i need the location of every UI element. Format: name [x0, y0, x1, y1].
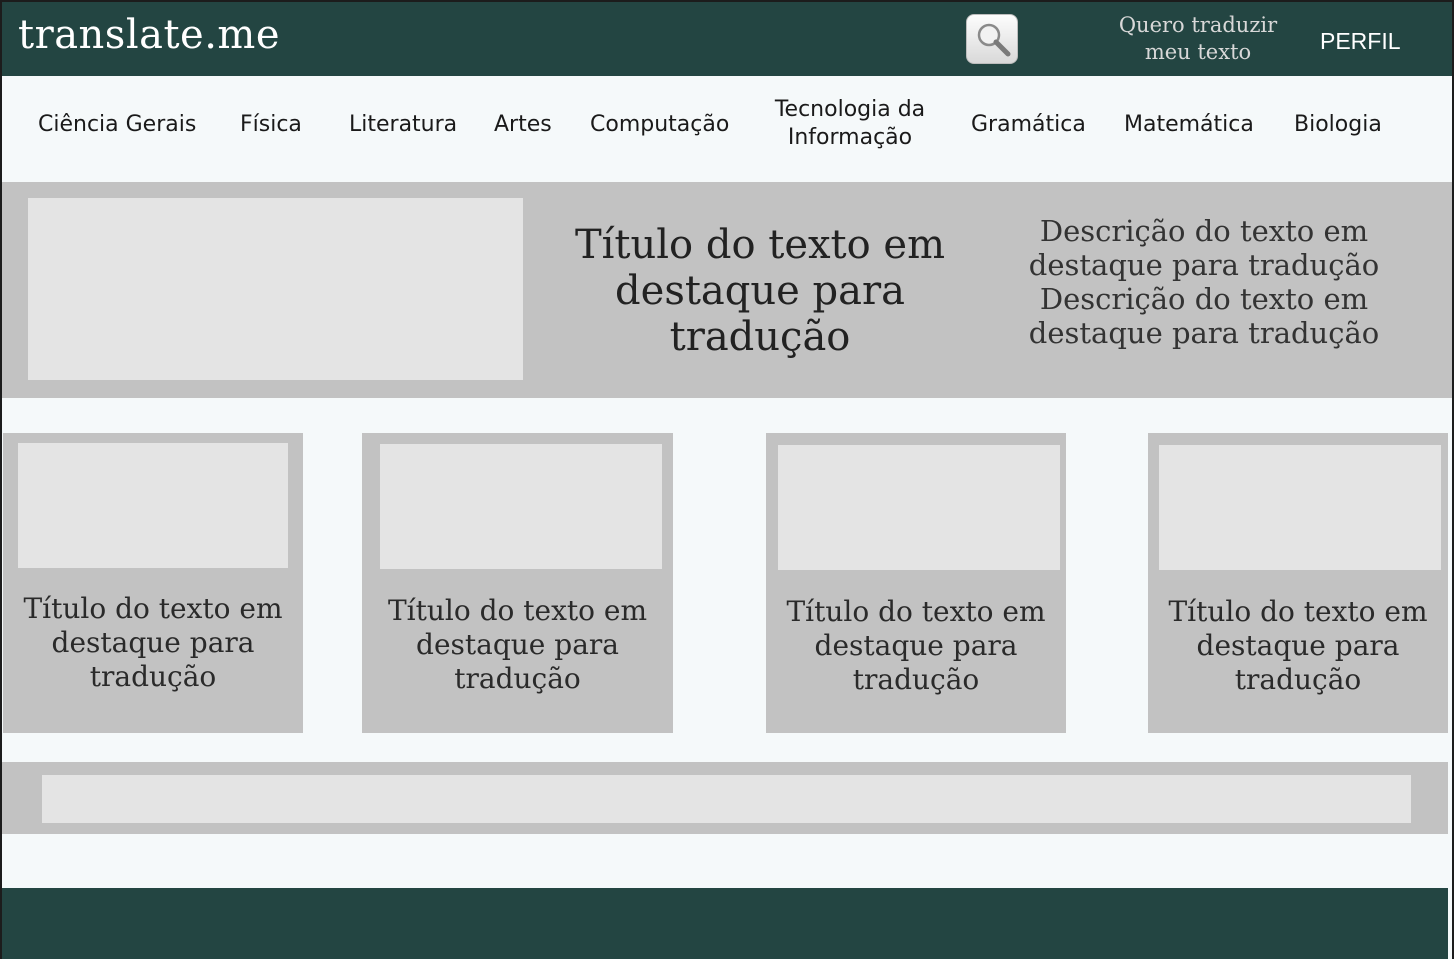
category-matematica[interactable]: Matemática [1124, 112, 1254, 137]
category-fisica[interactable]: Física [240, 112, 302, 137]
text-card[interactable]: Título do texto em destaque para traduçã… [766, 433, 1066, 733]
search-icon [977, 23, 1011, 57]
search-button[interactable] [966, 14, 1018, 64]
page-footer [0, 888, 1448, 959]
card-image-placeholder [778, 445, 1060, 570]
category-tecnologia-da-informacao[interactable]: Tecnologia da Informação [770, 96, 930, 152]
card-title: Título do texto em destaque para traduçã… [23, 592, 283, 693]
category-computacao[interactable]: Computação [590, 112, 729, 137]
featured-title[interactable]: Título do texto em destaque para traduçã… [560, 222, 960, 360]
featured-description: Descrição do texto em destaque para trad… [1028, 214, 1380, 350]
category-navigation: Ciência Gerais Física Literatura Artes C… [0, 76, 1452, 182]
category-gramatica[interactable]: Gramática [971, 112, 1086, 137]
card-title: Título do texto em destaque para traduçã… [1168, 595, 1428, 696]
top-navigation-bar: translate.me Quero traduzir meu texto PE… [0, 0, 1452, 76]
card-title: Título do texto em destaque para traduçã… [786, 595, 1046, 696]
category-biologia[interactable]: Biologia [1294, 112, 1382, 137]
profile-link[interactable]: PERFIL [1320, 28, 1401, 55]
card-title: Título do texto em destaque para traduçã… [387, 594, 648, 695]
text-card[interactable]: Título do texto em destaque para traduçã… [3, 433, 303, 733]
category-ciencia-gerais[interactable]: Ciência Gerais [38, 112, 196, 137]
card-image-placeholder [1159, 445, 1441, 570]
text-card[interactable]: Título do texto em destaque para traduçã… [362, 433, 673, 733]
category-artes[interactable]: Artes [494, 112, 552, 137]
strip-placeholder [42, 775, 1411, 823]
card-image-placeholder [380, 444, 662, 569]
content-strip [0, 762, 1448, 834]
category-literatura[interactable]: Literatura [349, 112, 457, 137]
translate-my-text-link[interactable]: Quero traduzir meu texto [1098, 12, 1298, 66]
featured-text-banner: Título do texto em destaque para traduçã… [0, 182, 1452, 398]
card-image-placeholder [18, 443, 288, 568]
site-logo[interactable]: translate.me [18, 12, 280, 58]
featured-image-placeholder[interactable] [28, 198, 523, 380]
text-card[interactable]: Título do texto em destaque para traduçã… [1148, 433, 1448, 733]
